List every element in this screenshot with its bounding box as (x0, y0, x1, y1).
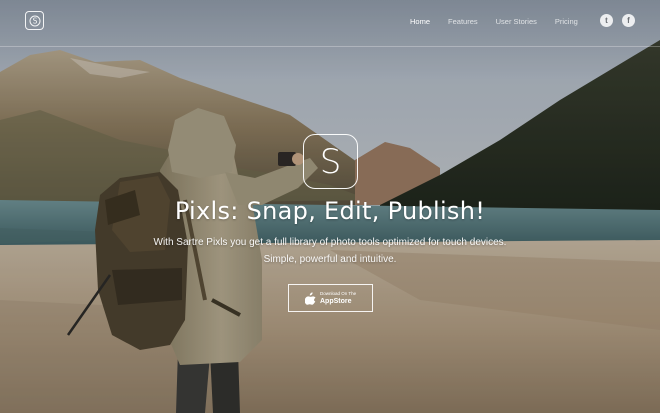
hero-subtitle-line-2: Simple, powerful and intuitive. (263, 254, 397, 265)
nav-link-features[interactable]: Features (448, 17, 478, 26)
app-icon: S (303, 134, 358, 189)
nav-link-home[interactable]: Home (410, 17, 430, 26)
app-icon-letter: S (319, 141, 342, 182)
facebook-glyph: f (627, 15, 630, 25)
hero-title: Pixls: Snap, Edit, Publish! (174, 197, 486, 225)
appstore-big-label: AppStore (320, 298, 352, 305)
nav-menu: Home Features User Stories Pricing (410, 17, 596, 26)
nav-link-pricing[interactable]: Pricing (555, 17, 578, 26)
twitter-icon[interactable]: t (600, 14, 613, 27)
twitter-glyph: t (605, 15, 608, 25)
appstore-download-button[interactable]: Download On The AppStore (288, 284, 373, 312)
hero-subtitle-line-1: With Sartre Pixls you get a full library… (153, 237, 507, 248)
s-logo-glyph: S (29, 15, 40, 26)
landing-page: S Home Features User Stories Pricing t f… (0, 0, 660, 413)
top-navbar: S Home Features User Stories Pricing t f (0, 0, 660, 47)
s-logo-icon[interactable]: S (25, 11, 44, 30)
appstore-small-label: Download On The (320, 291, 357, 296)
facebook-icon[interactable]: f (622, 14, 635, 27)
nav-link-user-stories[interactable]: User Stories (496, 17, 537, 26)
svg-text:S: S (32, 16, 37, 25)
apple-icon (305, 292, 316, 305)
